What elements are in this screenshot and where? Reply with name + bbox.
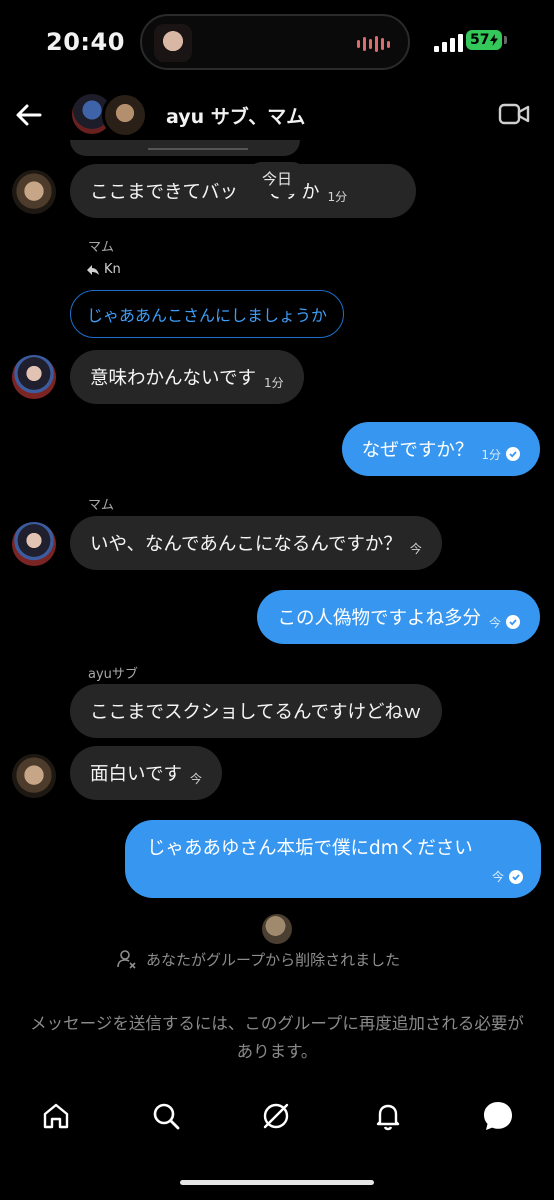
my-message-bubble[interactable]: じゃああゆさん本垢で僕にdmください 今 (125, 820, 541, 898)
my-message-bubble[interactable]: なぜですか？ 1分 (341, 422, 540, 476)
reply-arrow-icon (87, 264, 99, 275)
battery-level: 57 (470, 32, 490, 48)
message-thread[interactable]: 今日 ここまできてバッですか 1分 マム Kn じゃああんこさんにしましょうか … (0, 140, 554, 900)
removed-text: あなたがグループから削除されました (146, 950, 401, 969)
avatar[interactable] (12, 170, 56, 214)
message-bubble[interactable]: いや、なんであんこになるんですか？ 今 (70, 516, 442, 570)
date-divider: 今日 (246, 162, 308, 194)
now-playing-thumbnail (154, 24, 192, 62)
rejoin-notice: メッセージを送信するには、このグループに再度追加される必要があります。 (30, 1014, 524, 1061)
nav-home[interactable] (38, 1098, 74, 1134)
divider (148, 148, 248, 150)
conversation-title[interactable]: ayu サブ、マム (166, 102, 305, 129)
message-status: 今 (489, 614, 520, 631)
cellular-signal-icon (434, 34, 463, 52)
seen-check-icon (506, 447, 520, 461)
audio-wave-icon (357, 35, 390, 53)
message-text: この人偽物ですよね多分 (277, 608, 481, 629)
message-time: 今 (409, 541, 422, 556)
home-indicator (180, 1180, 374, 1185)
message-text: 意味わかんないです (90, 368, 256, 389)
messages-icon (484, 1102, 512, 1130)
message-bubble[interactable]: 意味わかんないです 1分 (70, 350, 304, 404)
user-removed-icon (117, 950, 136, 969)
avatar[interactable] (12, 355, 56, 399)
message-text: 面白いです (90, 764, 182, 785)
status-bar: 20:40 57 (0, 0, 554, 80)
message-text: ここまでスクショしてるんですけどねｗ (90, 702, 422, 723)
seen-by-avatar (262, 914, 292, 944)
nav-explore[interactable] (258, 1098, 294, 1134)
dynamic-island[interactable] (140, 14, 410, 70)
search-icon (153, 1103, 180, 1130)
battery-indicator: 57 (466, 30, 502, 50)
message-time: 今 (189, 771, 202, 786)
battery-cap (504, 36, 507, 44)
quoted-message[interactable]: じゃああんこさんにしましょうか (70, 290, 345, 338)
message-time: 1分 (327, 189, 348, 204)
reply-target: Kn (104, 262, 121, 277)
removed-notice: あなたがグループから削除されました (116, 948, 400, 970)
message-bubble[interactable]: 面白いです 今 (70, 746, 222, 800)
message-text: じゃああゆさん本垢で僕にdmください (147, 838, 473, 859)
sender-name: マム (88, 498, 115, 513)
message-time: 1分 (263, 375, 284, 390)
group-avatar-mamu[interactable] (102, 92, 148, 138)
bottom-navigation (0, 1088, 554, 1148)
explore-icon (263, 1103, 289, 1129)
avatar[interactable] (12, 522, 56, 566)
message-bubble[interactable]: ここまでスクショしてるんですけどねｗ (70, 684, 442, 738)
avatar[interactable] (12, 754, 56, 798)
reply-indicator: Kn (86, 262, 121, 277)
arrow-left-icon (16, 104, 42, 126)
message-status: 1分 (481, 446, 520, 463)
message-text: ここまできてバッ (90, 182, 239, 203)
sender-name: マム (88, 240, 115, 255)
back-button[interactable] (12, 98, 46, 132)
my-message-bubble[interactable]: この人偽物ですよね多分 今 (257, 590, 540, 644)
video-call-icon (498, 103, 530, 125)
nav-search[interactable] (148, 1098, 184, 1134)
sender-name: ayuサブ (88, 667, 138, 682)
seen-check-icon (509, 869, 523, 884)
status-time: 20:40 (46, 28, 125, 56)
message-status: 今 (492, 868, 523, 885)
message-text: なぜですか？ (361, 440, 474, 461)
home-icon (43, 1103, 69, 1129)
nav-messages[interactable] (480, 1098, 516, 1134)
charging-bolt-icon (490, 34, 499, 46)
nav-notifications[interactable] (370, 1098, 406, 1134)
message-text: いや、なんであんこになるんですか？ (90, 534, 402, 555)
video-call-button[interactable] (498, 102, 530, 126)
notifications-icon (376, 1104, 400, 1131)
message-bubble[interactable]: ここまできてバッですか 1分 (70, 164, 416, 218)
seen-check-icon (506, 615, 520, 629)
